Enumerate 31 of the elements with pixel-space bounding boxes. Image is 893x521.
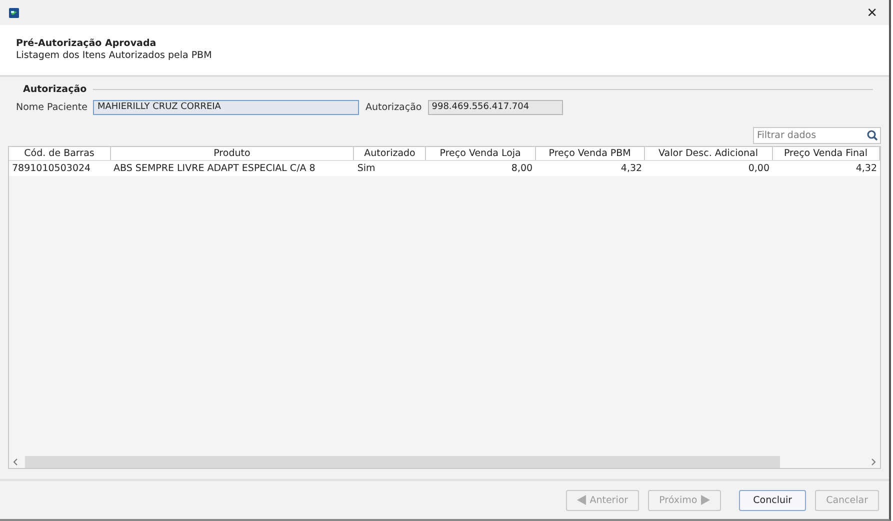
table-cell: 7891010503024 [9, 161, 111, 176]
app-icon [9, 8, 19, 18]
table-cell: 0,00 [645, 161, 772, 176]
close-button[interactable]: × [863, 4, 881, 22]
table-cell: 4,32 [772, 161, 880, 176]
text-field[interactable]: 998.469.556.417.704 [428, 100, 563, 115]
table-cell: ABS SEMPRE LIVRE ADAPT ESPECIAL C/A 8 [110, 161, 354, 176]
dialog-button[interactable]: Concluir [739, 490, 806, 510]
right-triangle-icon [701, 495, 710, 505]
group-title: Autorização [23, 84, 87, 94]
table-cell: 8,00 [426, 161, 536, 176]
column-header[interactable]: Autorizado [354, 147, 426, 160]
field-label: Autorização [365, 102, 422, 113]
search-field[interactable]: Filtrar dados [753, 127, 881, 144]
text-field[interactable]: MAHIERILLY CRUZ CORREIA [93, 100, 360, 115]
column-header[interactable]: Preço Venda PBM [536, 147, 646, 160]
column-header[interactable]: Preço Venda Loja [426, 147, 536, 160]
column-header[interactable]: Valor Desc. Adicional [645, 147, 772, 160]
table-cell: 4,32 [536, 161, 646, 176]
dialog-title: Pré-Autorização Aprovada [16, 38, 158, 49]
scroll-right-icon[interactable] [870, 458, 876, 466]
table-cell: Sim [354, 161, 426, 176]
dialog-subtitle: Listagem dos Itens Autorizados pela PBM [16, 50, 213, 61]
field-label: Nome Paciente [16, 102, 88, 113]
left-triangle-icon [576, 495, 586, 505]
search-icon[interactable] [867, 130, 878, 141]
column-header[interactable]: Produto [110, 147, 354, 160]
column-header[interactable]: Cód. de Barras [9, 147, 111, 160]
scrollbar-thumb[interactable] [25, 456, 780, 468]
column-header[interactable]: Preço Venda Final [772, 147, 880, 160]
scroll-left-icon[interactable] [13, 458, 19, 466]
